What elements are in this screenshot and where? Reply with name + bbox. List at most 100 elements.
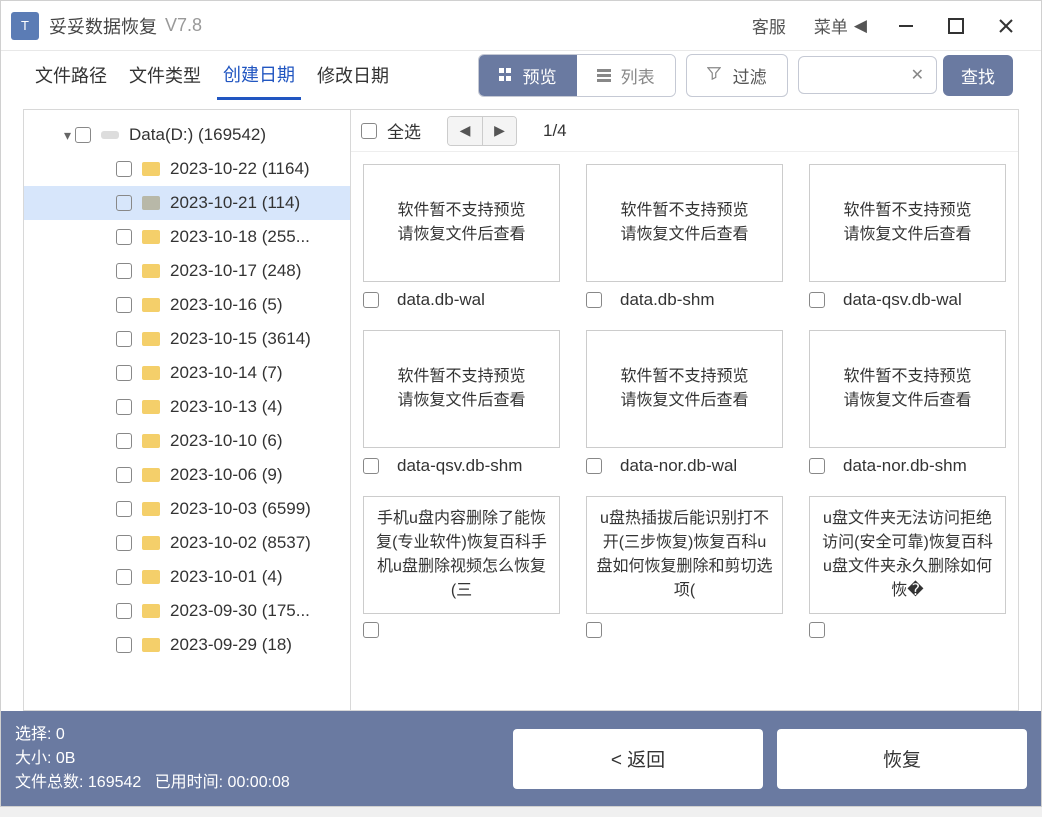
tree-item[interactable]: 2023-10-03 (6599) (24, 492, 350, 526)
tree-item[interactable]: 2023-10-18 (255... (24, 220, 350, 254)
tree-item[interactable]: 2023-10-06 (9) (24, 458, 350, 492)
file-checkbox[interactable] (809, 458, 825, 474)
tree-item[interactable]: 2023-10-01 (4) (24, 560, 350, 594)
recover-button[interactable]: 恢复 (777, 729, 1027, 789)
tree-item[interactable]: 2023-09-30 (175... (24, 594, 350, 628)
folder-icon (142, 434, 160, 448)
file-checkbox[interactable] (809, 622, 825, 638)
tree-item[interactable]: 2023-10-15 (3614) (24, 322, 350, 356)
file-thumbnail: 软件暂不支持预览请恢复文件后查看 (363, 164, 560, 282)
clear-search-button[interactable]: ✕ (907, 65, 928, 85)
tree-item-label: 2023-10-15 (170, 329, 257, 349)
close-button[interactable] (981, 1, 1031, 51)
tree-checkbox[interactable] (116, 297, 132, 313)
folder-tree[interactable]: ▾ Data(D:) (169542) 2023-10-22 (1164) 20… (23, 109, 351, 711)
tree-checkbox[interactable] (116, 195, 132, 211)
tree-item[interactable]: 2023-10-21 (114) (24, 186, 350, 220)
tree-checkbox[interactable] (116, 331, 132, 347)
tree-checkbox[interactable] (116, 569, 132, 585)
folder-icon (142, 298, 160, 312)
tab-file-path[interactable]: 文件路径 (29, 52, 113, 98)
tab-created-date[interactable]: 创建日期 (217, 51, 301, 100)
tree-checkbox[interactable] (116, 501, 132, 517)
tree-item[interactable]: 2023-10-13 (4) (24, 390, 350, 424)
tree-item[interactable]: 2023-10-22 (1164) (24, 152, 350, 186)
next-page-button[interactable]: ▶ (482, 117, 516, 145)
tree-root[interactable]: ▾ Data(D:) (169542) (24, 118, 350, 152)
file-card[interactable]: 软件暂不支持预览请恢复文件后查看 data-qsv.db-shm (363, 330, 560, 476)
tree-item-count: (9) (262, 465, 283, 485)
footer-info: 选择: 0 大小: 0B 文件总数: 169542 已用时间: 00:00:08 (15, 723, 290, 795)
folder-icon (142, 162, 160, 176)
toolbar: 文件路径 文件类型 创建日期 修改日期 预览 列表 过滤 ✕ 查找 (1, 51, 1041, 99)
file-card[interactable]: 软件暂不支持预览请恢复文件后查看 data.db-wal (363, 164, 560, 310)
file-checkbox[interactable] (363, 622, 379, 638)
menu-button[interactable]: 菜单 ◀ (800, 13, 881, 38)
file-thumbnail: 软件暂不支持预览请恢复文件后查看 (586, 164, 783, 282)
tree-checkbox[interactable] (116, 535, 132, 551)
funnel-icon (707, 65, 721, 85)
tree-item[interactable]: 2023-10-02 (8537) (24, 526, 350, 560)
prev-page-button[interactable]: ◀ (448, 117, 482, 145)
file-checkbox[interactable] (586, 622, 602, 638)
minimize-button[interactable] (881, 1, 931, 51)
tree-checkbox[interactable] (116, 161, 132, 177)
file-checkbox[interactable] (586, 458, 602, 474)
file-thumbnail: 手机u盘内容删除了能恢复(专业软件)恢复百科手机u盘删除视频怎么恢复(三 (363, 496, 560, 614)
tree-item-count: (5) (262, 295, 283, 315)
back-button[interactable]: < 返回 (513, 729, 763, 789)
file-checkbox[interactable] (809, 292, 825, 308)
tree-checkbox[interactable] (116, 603, 132, 619)
tree-checkbox[interactable] (116, 433, 132, 449)
tab-file-type[interactable]: 文件类型 (123, 52, 207, 98)
tree-item[interactable]: 2023-09-29 (18) (24, 628, 350, 662)
tab-modified-date[interactable]: 修改日期 (311, 52, 395, 98)
file-card[interactable]: 手机u盘内容删除了能恢复(专业软件)恢复百科手机u盘删除视频怎么恢复(三 (363, 496, 560, 638)
chevron-down-icon: ▾ (64, 127, 71, 144)
file-name: data-nor.db-shm (843, 456, 967, 476)
tree-checkbox[interactable] (116, 229, 132, 245)
footer-bar: 选择: 0 大小: 0B 文件总数: 169542 已用时间: 00:00:08… (1, 711, 1041, 806)
filter-button[interactable]: 过滤 (686, 54, 788, 97)
tree-item-count: (1164) (262, 159, 310, 179)
content-header: 全选 ◀ ▶ 1/4 (351, 110, 1018, 152)
file-card[interactable]: 软件暂不支持预览请恢复文件后查看 data-nor.db-shm (809, 330, 1006, 476)
tree-item[interactable]: 2023-10-14 (7) (24, 356, 350, 390)
tree-checkbox[interactable] (116, 399, 132, 415)
maximize-button[interactable] (931, 1, 981, 51)
preview-view-button[interactable]: 预览 (479, 55, 577, 96)
tree-item-count: (4) (262, 567, 283, 587)
customer-service-link[interactable]: 客服 (738, 13, 800, 38)
file-name: data.db-shm (620, 290, 715, 310)
file-grid-scroll[interactable]: 软件暂不支持预览请恢复文件后查看 data.db-wal 软件暂不支持预览请恢复… (351, 152, 1018, 710)
search-box: ✕ (798, 56, 937, 94)
minimize-icon (897, 17, 915, 35)
title-bar: T 妥妥数据恢复 V7.8 客服 菜单 ◀ (1, 1, 1041, 51)
file-card[interactable]: u盘文件夹无法访问拒绝访问(安全可靠)恢复百科u盘文件夹永久删除如何恢� (809, 496, 1006, 638)
tree-checkbox[interactable] (75, 127, 91, 143)
tree-checkbox[interactable] (116, 467, 132, 483)
search-input[interactable] (807, 57, 907, 93)
tree-checkbox[interactable] (116, 263, 132, 279)
file-checkbox[interactable] (586, 292, 602, 308)
tree-item[interactable]: 2023-10-16 (5) (24, 288, 350, 322)
select-all-checkbox[interactable] (361, 123, 377, 139)
file-card[interactable]: 软件暂不支持预览请恢复文件后查看 data-qsv.db-wal (809, 164, 1006, 310)
folder-icon (142, 366, 160, 380)
tree-item[interactable]: 2023-10-17 (248) (24, 254, 350, 288)
tree-checkbox[interactable] (116, 637, 132, 653)
folder-icon (142, 570, 160, 584)
file-card[interactable]: 软件暂不支持预览请恢复文件后查看 data-nor.db-wal (586, 330, 783, 476)
file-checkbox[interactable] (363, 458, 379, 474)
list-icon (597, 69, 611, 82)
file-name: data-nor.db-wal (620, 456, 737, 476)
file-checkbox[interactable] (363, 292, 379, 308)
tree-item[interactable]: 2023-10-10 (6) (24, 424, 350, 458)
search-button[interactable]: 查找 (943, 55, 1013, 96)
tree-checkbox[interactable] (116, 365, 132, 381)
list-view-button[interactable]: 列表 (577, 55, 675, 96)
tree-item-count: (248) (262, 261, 302, 281)
file-card[interactable]: u盘热插拔后能识别打不开(三步恢复)恢复百科u盘如何恢复删除和剪切选项( (586, 496, 783, 638)
file-card[interactable]: 软件暂不支持预览请恢复文件后查看 data.db-shm (586, 164, 783, 310)
tree-item-label: 2023-10-18 (170, 227, 257, 247)
